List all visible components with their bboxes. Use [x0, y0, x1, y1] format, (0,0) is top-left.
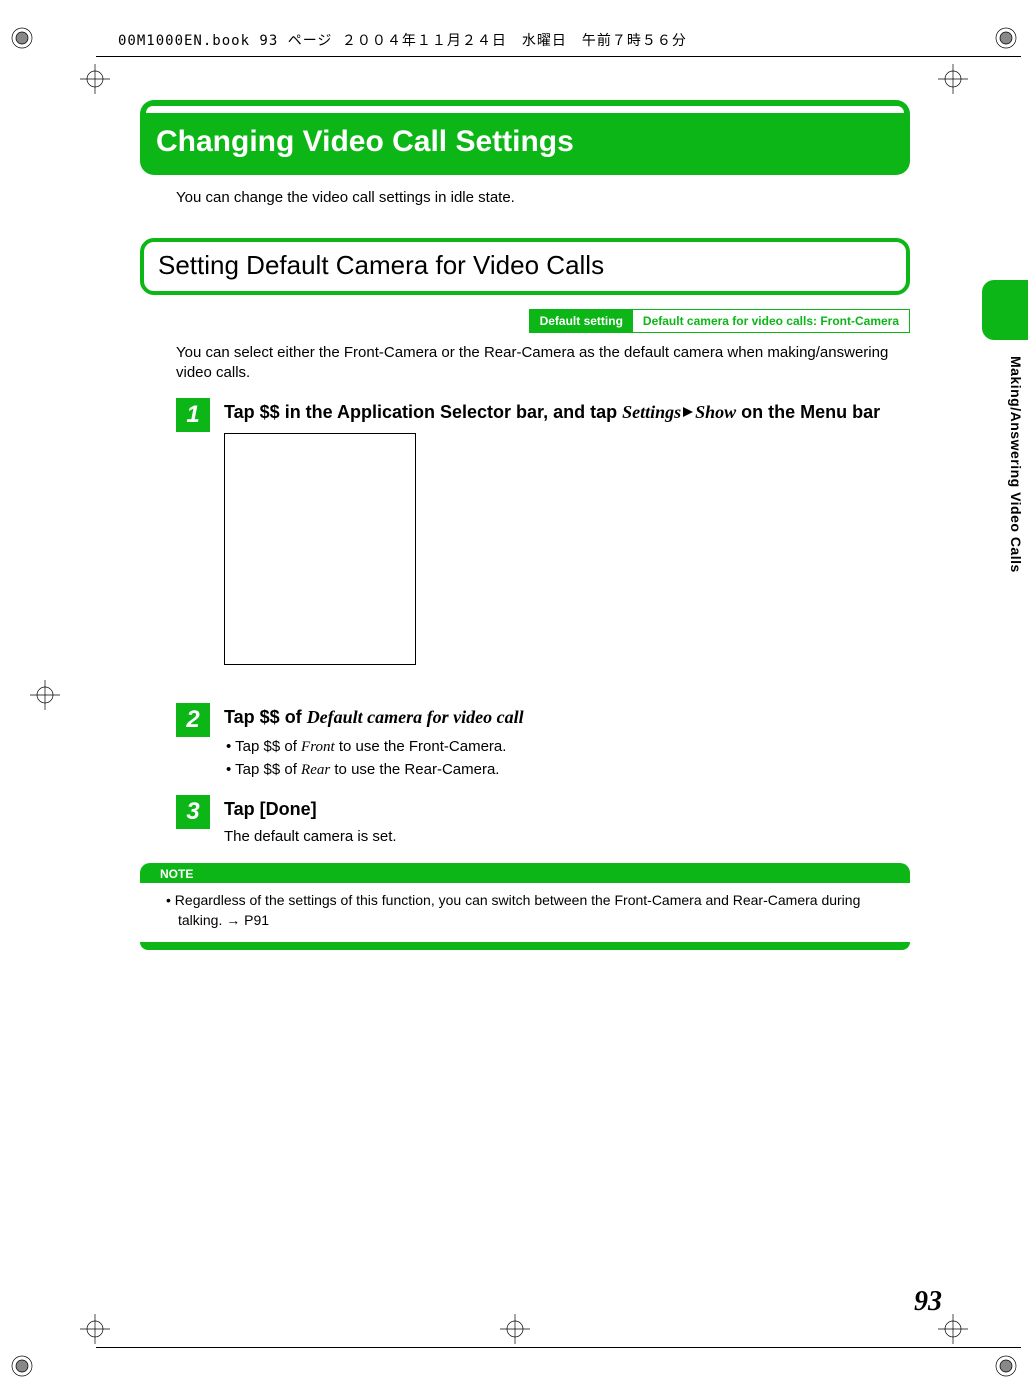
chapter-title-box: Changing Video Call Settings [140, 100, 910, 175]
step-one-title: Tap $$ in the Application Selector bar, … [224, 402, 910, 424]
note-text: • Regardless of the settings of this fun… [152, 883, 910, 942]
step-two: 2 Tap $$ of Default camera for video cal… [176, 703, 910, 781]
horizontal-rule-bottom [96, 1347, 1021, 1348]
registration-mark-icon [10, 26, 34, 50]
registration-mark-icon [994, 1354, 1018, 1378]
crop-crosshair-icon [938, 64, 968, 94]
section-body-text: You can select either the Front-Camera o… [176, 343, 910, 384]
screenshot-placeholder [224, 433, 416, 665]
registration-mark-icon [10, 1354, 34, 1378]
crop-crosshair-icon [500, 1314, 530, 1344]
step-number-badge: 3 [176, 795, 210, 829]
default-setting-box: Default setting Default camera for video… [529, 309, 910, 333]
section-side-label: Making/Answering Video Calls [1008, 356, 1024, 573]
crop-crosshair-icon [938, 1314, 968, 1344]
default-setting-value: Default camera for video calls: Front-Ca… [633, 310, 909, 332]
step-three-title: Tap [Done] [224, 799, 910, 820]
note-box: NOTE • Regardless of the settings of thi… [140, 863, 910, 950]
page-number: 93 [914, 1286, 942, 1318]
intro-text: You can change the video call settings i… [176, 189, 910, 206]
note-label: NOTE [160, 867, 193, 881]
registration-mark-icon [994, 26, 1018, 50]
crop-crosshair-icon [30, 680, 60, 710]
step-number-badge: 1 [176, 398, 210, 432]
crop-crosshair-icon [80, 64, 110, 94]
chapter-title: Changing Video Call Settings [146, 117, 904, 169]
step-one: 1 Tap $$ in the Application Selector bar… [176, 398, 910, 690]
step-three-body: The default camera is set. [224, 828, 910, 845]
step-three: 3 Tap [Done] The default camera is set. [176, 795, 910, 845]
crop-crosshair-icon [80, 1314, 110, 1344]
default-setting-label: Default setting [530, 310, 633, 332]
file-header-text: 00M1000EN.book 93 ページ ２００４年１１月２４日 水曜日 午前… [118, 30, 687, 50]
triangle-right-icon [681, 402, 695, 423]
step-number-badge: 2 [176, 703, 210, 737]
section-subtitle-box: Setting Default Camera for Video Calls [140, 238, 910, 295]
step-two-bullets: Tap $$ of Front to use the Front-Camera.… [226, 736, 910, 781]
horizontal-rule-top [96, 56, 1021, 57]
step-two-title: Tap $$ of Default camera for video call [224, 707, 910, 728]
section-subtitle: Setting Default Camera for Video Calls [158, 250, 896, 281]
section-side-tab [982, 280, 1028, 340]
